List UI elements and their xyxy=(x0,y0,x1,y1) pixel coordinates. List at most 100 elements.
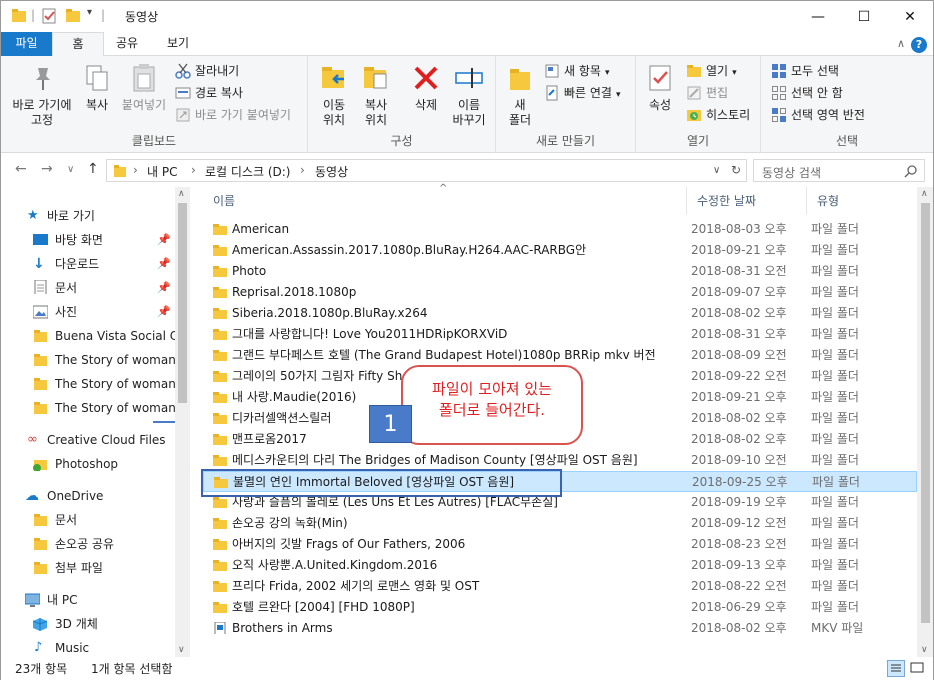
copy-icon xyxy=(86,65,108,91)
breadcrumb-folder[interactable]: 동영상 xyxy=(315,163,348,180)
nav-item-3d-objects[interactable]: 3D 개체 xyxy=(1,613,175,635)
properties-quick-icon[interactable] xyxy=(41,7,57,25)
nav-item-onedrive-folder[interactable]: 손오공 공유 xyxy=(1,533,175,555)
file-row[interactable]: 그대를 사랑합니다! Love You2011HDRipKORXViD 2018-… xyxy=(203,324,917,345)
scroll-up-icon[interactable]: ∧ xyxy=(178,189,185,199)
open-button[interactable]: 열기 ▾ xyxy=(686,62,737,80)
nav-item-label: 첨부 파일 xyxy=(55,561,103,575)
new-folder-button[interactable]: 새 폴더 xyxy=(504,62,536,128)
nav-item-desktop[interactable]: 바탕 화면 📌 xyxy=(1,229,175,251)
column-header-type[interactable]: 유형 xyxy=(807,187,917,215)
back-arrow-icon[interactable]: ← xyxy=(15,161,27,177)
file-row[interactable]: Photo 2018-08-31 오전... 파일 폴더 xyxy=(203,261,917,282)
copy-to-button[interactable]: 복사 위치 xyxy=(358,62,394,128)
up-arrow-icon[interactable]: ↑ xyxy=(87,161,99,177)
tab-file[interactable]: 파일 xyxy=(1,32,52,56)
tab-share[interactable]: 공유 xyxy=(104,32,150,56)
folder-icon xyxy=(34,514,47,526)
scroll-down-icon[interactable]: ∨ xyxy=(178,645,185,655)
scrollbar-thumb[interactable] xyxy=(178,203,187,403)
file-row[interactable]: Brothers in Arms 2018-08-02 오후... MKV 파일 xyxy=(203,618,917,639)
search-input[interactable]: 동영상 검색 xyxy=(753,159,925,182)
paste-button[interactable]: 붙여넣기 xyxy=(119,62,169,113)
help-icon[interactable]: ? xyxy=(911,37,927,53)
forward-arrow-icon[interactable]: → xyxy=(41,161,53,177)
nav-item-music[interactable]: ♪ Music xyxy=(1,637,175,659)
nav-item-onedrive-folder[interactable]: 첨부 파일 xyxy=(1,557,175,579)
nav-item-folder[interactable]: The Story of woman M xyxy=(1,349,175,371)
file-row[interactable]: 프리다 Frida, 2002 세기의 로맨스 영화 및 OST 2018-08-… xyxy=(203,576,917,597)
nav-scrollbar[interactable]: ∧ ∨ xyxy=(175,187,190,657)
nav-item-label: 손오공 공유 xyxy=(55,537,115,551)
nav-creative-cloud[interactable]: ∞ Creative Cloud Files xyxy=(1,429,175,451)
nav-item-onedrive-folder[interactable]: 문서 xyxy=(1,509,175,531)
details-view-button[interactable] xyxy=(887,660,905,677)
new-folder-quick-icon[interactable] xyxy=(65,7,81,25)
refresh-icon[interactable]: ↻ xyxy=(731,163,741,177)
nav-item-downloads[interactable]: ↓ 다운로드 📌 xyxy=(1,253,175,275)
tab-home[interactable]: 홈 xyxy=(52,32,104,57)
file-type: 파일 폴더 xyxy=(811,243,859,257)
ribbon-collapse-icon[interactable]: ∧ xyxy=(897,37,905,50)
rename-icon xyxy=(455,68,483,88)
nav-onedrive[interactable]: ☁ OneDrive xyxy=(1,485,175,507)
column-header-date[interactable]: 수정한 날짜 xyxy=(687,187,807,215)
file-row[interactable]: Siberia.2018.1080p.BluRay.x264 2018-08-02… xyxy=(203,303,917,324)
pin-icon: 📌 xyxy=(157,233,171,246)
history-button[interactable]: 히스토리 xyxy=(686,106,750,124)
breadcrumb-pc[interactable]: 내 PC xyxy=(147,163,177,180)
scroll-up-icon[interactable]: ∧ xyxy=(921,189,928,199)
large-icons-view-button[interactable] xyxy=(909,660,927,677)
file-list-scrollbar[interactable]: ∧ ∨ xyxy=(917,187,933,657)
file-row[interactable]: 그랜드 부다페스트 호텔 (The Grand Budapest Hotel)1… xyxy=(203,345,917,366)
easy-access-button[interactable]: 빠른 연결 ▾ xyxy=(544,84,621,102)
scrollbar-thumb[interactable] xyxy=(921,203,930,623)
copy-button[interactable]: 복사 xyxy=(79,62,115,113)
file-row[interactable]: 아버지의 깃발 Frags of Our Fathers, 2006 2018-0… xyxy=(203,534,917,555)
nav-item-pictures[interactable]: 사진 📌 xyxy=(1,301,175,323)
file-name: American.Assassin.2017.1080p.BluRay.H264… xyxy=(232,243,587,257)
maximize-button[interactable]: ☐ xyxy=(841,1,887,32)
file-row[interactable]: Reprisal.2018.1080p 2018-09-07 오후... 파일 폴더 xyxy=(203,282,917,303)
nav-this-pc[interactable]: 내 PC xyxy=(1,589,175,611)
nav-item-documents[interactable]: 문서 📌 xyxy=(1,277,175,299)
file-row[interactable]: American.Assassin.2017.1080p.BluRay.H264… xyxy=(203,240,917,261)
file-row[interactable]: American 2018-08-03 오후... 파일 폴더 xyxy=(203,219,917,240)
highlight-box xyxy=(201,469,562,497)
nav-photoshop[interactable]: Photoshop xyxy=(1,453,175,475)
invert-selection-button[interactable]: 선택 영역 반전 xyxy=(771,106,865,124)
new-item-button[interactable]: 새 항목 ▾ xyxy=(544,62,609,80)
recent-locations-icon[interactable]: ∨ xyxy=(67,164,74,175)
quick-access-dropdown-icon[interactable]: ▾ xyxy=(87,7,92,18)
rename-button[interactable]: 이름 바꾸기 xyxy=(448,62,490,128)
edit-button[interactable]: 편집 xyxy=(686,84,728,102)
select-all-button[interactable]: 모두 선택 xyxy=(771,62,839,80)
copy-path-button[interactable]: 경로 복사 xyxy=(175,84,243,102)
select-none-button[interactable]: 선택 안 함 xyxy=(771,84,843,102)
file-row[interactable]: 메디스카운티의 다리 The Bridges of Madison County… xyxy=(203,450,917,471)
delete-button[interactable]: 삭제 xyxy=(408,62,444,113)
pin-quick-access-button[interactable]: 바로 가기에 고정 xyxy=(7,62,77,128)
address-dropdown-icon[interactable]: ∨ xyxy=(713,165,720,176)
file-row[interactable]: 호텔 르완다 [2004] [FHD 1080P] 2018-06-29 오후..… xyxy=(203,597,917,618)
file-name: Photo xyxy=(232,264,267,278)
properties-button[interactable]: 속성 xyxy=(644,62,676,113)
cut-button[interactable]: 잘라내기 xyxy=(175,62,239,80)
close-button[interactable]: ✕ xyxy=(887,1,933,32)
nav-quick-access[interactable]: ★ 바로 가기 xyxy=(27,205,175,227)
file-row[interactable]: 오직 사랑뿐.A.United.Kingdom.2016 2018-09-13 오… xyxy=(203,555,917,576)
nav-item-folder[interactable]: Buena Vista Social Club xyxy=(1,325,175,347)
nav-item-folder[interactable]: The Story of woman M xyxy=(1,397,175,419)
move-to-button[interactable]: 이동 위치 xyxy=(316,62,352,128)
download-arrow-icon: ↓ xyxy=(33,256,45,272)
minimize-button[interactable]: — xyxy=(795,1,841,32)
address-bar[interactable]: › 내 PC › 로컬 디스크 (D:) › 동영상 ∨ ↻ xyxy=(106,159,747,182)
paste-shortcut-button[interactable]: 바로 가기 붙여넣기 xyxy=(175,106,291,124)
nav-item-folder[interactable]: The Story of woman M xyxy=(1,373,175,395)
video-file-icon xyxy=(214,622,226,634)
column-header-name[interactable]: 이름 xyxy=(203,187,687,215)
breadcrumb-drive[interactable]: 로컬 디스크 (D:) xyxy=(205,163,290,180)
scroll-down-icon[interactable]: ∨ xyxy=(921,645,928,655)
file-row[interactable]: 손오공 강의 녹화(Min) 2018-09-12 오전... 파일 폴더 xyxy=(203,513,917,534)
tab-view[interactable]: 보기 xyxy=(150,32,206,56)
